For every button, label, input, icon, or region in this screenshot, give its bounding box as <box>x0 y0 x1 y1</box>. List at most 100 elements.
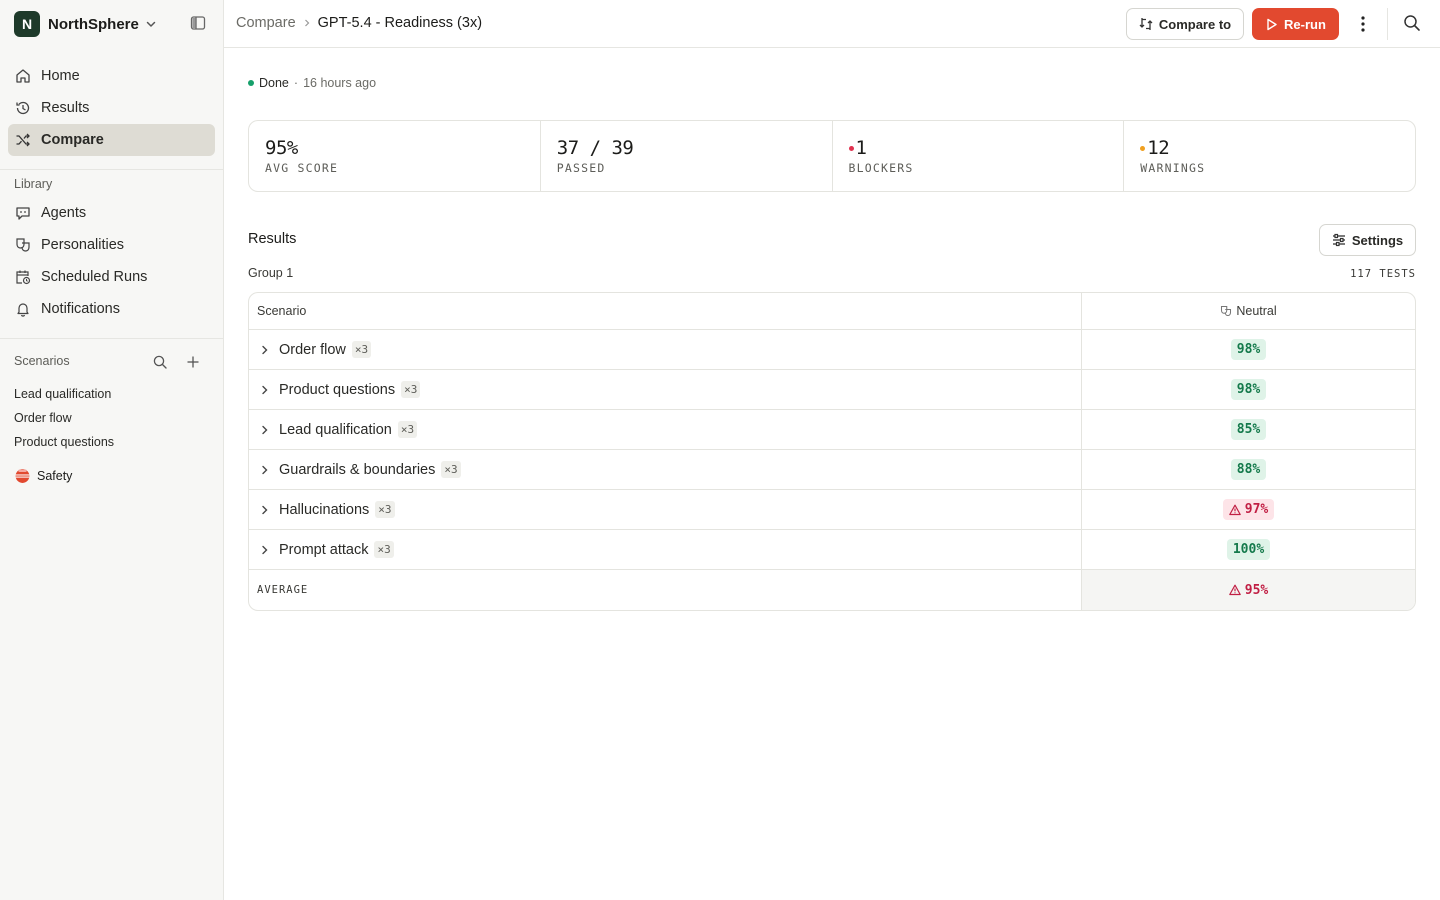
chevron-right-icon[interactable] <box>259 424 271 436</box>
group-label: Group 1 <box>248 266 294 280</box>
stat-label: BLOCKERS <box>848 161 914 175</box>
nav-label: Home <box>41 68 80 84</box>
stat-value: 95% <box>265 137 298 159</box>
nav-label: Compare <box>41 132 104 148</box>
stat-label: AVG SCORE <box>265 161 339 175</box>
sidebar-divider <box>0 169 223 170</box>
scenario-name: Product questions <box>279 381 396 398</box>
lifebuoy-icon <box>15 469 30 483</box>
scenario-group-safety[interactable]: Safety <box>14 467 72 484</box>
scenarios-header: Scenarios <box>14 354 210 372</box>
table-row[interactable]: Order flow ×3 98% <box>249 330 1415 370</box>
nav-item-notifications[interactable]: Notifications <box>8 293 215 325</box>
table-row[interactable]: Hallucinations ×3 97% <box>249 490 1415 530</box>
neutral-label: Neutral <box>1236 304 1277 318</box>
status-time: 16 hours ago <box>303 76 377 90</box>
table-row[interactable]: Prompt attack ×3 100% <box>249 530 1415 570</box>
scenario-name: Order flow <box>279 341 346 358</box>
scenarios-title: Scenarios <box>14 354 70 368</box>
multiplier-badge: ×3 <box>375 501 395 518</box>
multiplier-badge: ×3 <box>351 341 372 358</box>
results-title: Results <box>248 231 297 247</box>
average-row: AVERAGE 95% <box>249 570 1415 610</box>
chevron-right-icon[interactable] <box>259 464 271 476</box>
sidebar: N NorthSphere Home Results Compare Libra… <box>0 0 224 900</box>
status-separator: · <box>293 76 299 90</box>
sliders-icon <box>1332 233 1345 247</box>
compare-to-button[interactable]: Compare to <box>1126 8 1244 40</box>
settings-button[interactable]: Settings <box>1319 224 1416 256</box>
column-header-scenario[interactable]: Scenario <box>249 293 1082 329</box>
chevron-right-icon[interactable] <box>259 384 271 396</box>
chevron-right-icon[interactable] <box>259 544 271 556</box>
scenario-name: Guardrails & boundaries <box>279 461 436 478</box>
scenario-name: Prompt attack <box>279 541 369 558</box>
scenario-list: Lead qualification Order flow Product qu… <box>14 385 114 457</box>
stat-label: PASSED <box>556 161 606 175</box>
chat-bot-icon <box>16 207 30 220</box>
sidebar-divider <box>0 338 223 339</box>
plus-icon[interactable] <box>185 354 201 373</box>
sidebar-toggle-icon[interactable] <box>190 15 206 31</box>
scenario-name: Lead qualification <box>279 421 392 438</box>
scenario-item[interactable]: Order flow <box>14 409 114 433</box>
stat-passed: 37 / 39 PASSED <box>541 121 833 191</box>
breadcrumb: Compare GPT-5.4 - Readiness (3x) <box>236 15 482 31</box>
workspace-name: NorthSphere <box>48 15 139 33</box>
nav-item-agents[interactable]: Agents <box>8 197 215 229</box>
chevron-down-icon <box>145 18 157 30</box>
score-badge: 97% <box>1222 499 1275 520</box>
nav-label: Personalities <box>41 237 125 253</box>
workspace-avatar: N <box>14 11 40 37</box>
warning-triangle-icon <box>1228 584 1241 596</box>
score-badge: 98% <box>1230 339 1267 360</box>
nav-item-home[interactable]: Home <box>8 60 215 92</box>
chevron-right-icon <box>302 18 312 28</box>
status-state: Done <box>259 76 289 90</box>
nav-item-personalities[interactable]: Personalities <box>8 229 215 261</box>
warning-dot <box>1140 145 1146 151</box>
scenario-item[interactable]: Product questions <box>14 433 114 457</box>
nav-item-results[interactable]: Results <box>8 92 215 124</box>
toolbar-divider <box>1387 8 1388 40</box>
nav-label: Agents <box>41 205 87 221</box>
play-icon <box>1267 18 1277 30</box>
nav-label: Notifications <box>41 301 120 317</box>
workspace-switcher[interactable]: N NorthSphere <box>14 11 157 37</box>
chevron-right-icon[interactable] <box>259 504 271 516</box>
compare-to-label: Compare to <box>1158 16 1232 32</box>
table-row[interactable]: Lead qualification ×3 85% <box>249 410 1415 450</box>
settings-label: Settings <box>1351 232 1404 248</box>
stat-avg-score: 95% AVG SCORE <box>249 121 541 191</box>
score-value: 97% <box>1244 502 1269 517</box>
search-icon[interactable] <box>152 354 168 373</box>
more-menu-icon[interactable] <box>1354 14 1372 34</box>
table-row[interactable]: Guardrails & boundaries ×3 88% <box>249 450 1415 490</box>
blocker-dot <box>848 145 854 151</box>
main-nav: Home Results Compare <box>8 60 215 156</box>
column-header-neutral[interactable]: Neutral <box>1082 293 1415 329</box>
scenario-name: Hallucinations <box>279 501 370 518</box>
nav-item-compare[interactable]: Compare <box>8 124 215 156</box>
summary-stats: 95% AVG SCORE 37 / 39 PASSED 1 BLOCKERS … <box>248 120 1416 192</box>
calendar-clock-icon <box>16 270 31 285</box>
shuffle-icon <box>16 133 30 147</box>
library-title: Library <box>14 177 53 191</box>
rerun-button[interactable]: Re-run <box>1252 8 1339 40</box>
masks-icon <box>1221 305 1232 317</box>
score-badge: 98% <box>1230 379 1267 400</box>
chevron-right-icon[interactable] <box>259 344 271 356</box>
history-icon <box>16 101 30 115</box>
breadcrumb-current: GPT-5.4 - Readiness (3x) <box>317 15 483 31</box>
nav-item-scheduled-runs[interactable]: Scheduled Runs <box>8 261 215 293</box>
table-header: Scenario Neutral <box>249 293 1415 330</box>
search-icon[interactable] <box>1403 14 1421 32</box>
masks-icon <box>16 238 30 252</box>
scenario-item[interactable]: Lead qualification <box>14 385 114 409</box>
table-row[interactable]: Product questions ×3 98% <box>249 370 1415 410</box>
stat-blockers: 1 BLOCKERS <box>833 121 1125 191</box>
safety-label: Safety <box>37 468 73 483</box>
breadcrumb-parent[interactable]: Compare <box>236 15 296 31</box>
topbar: Compare GPT-5.4 - Readiness (3x) Compare… <box>224 0 1440 48</box>
nav-label: Results <box>41 100 90 116</box>
